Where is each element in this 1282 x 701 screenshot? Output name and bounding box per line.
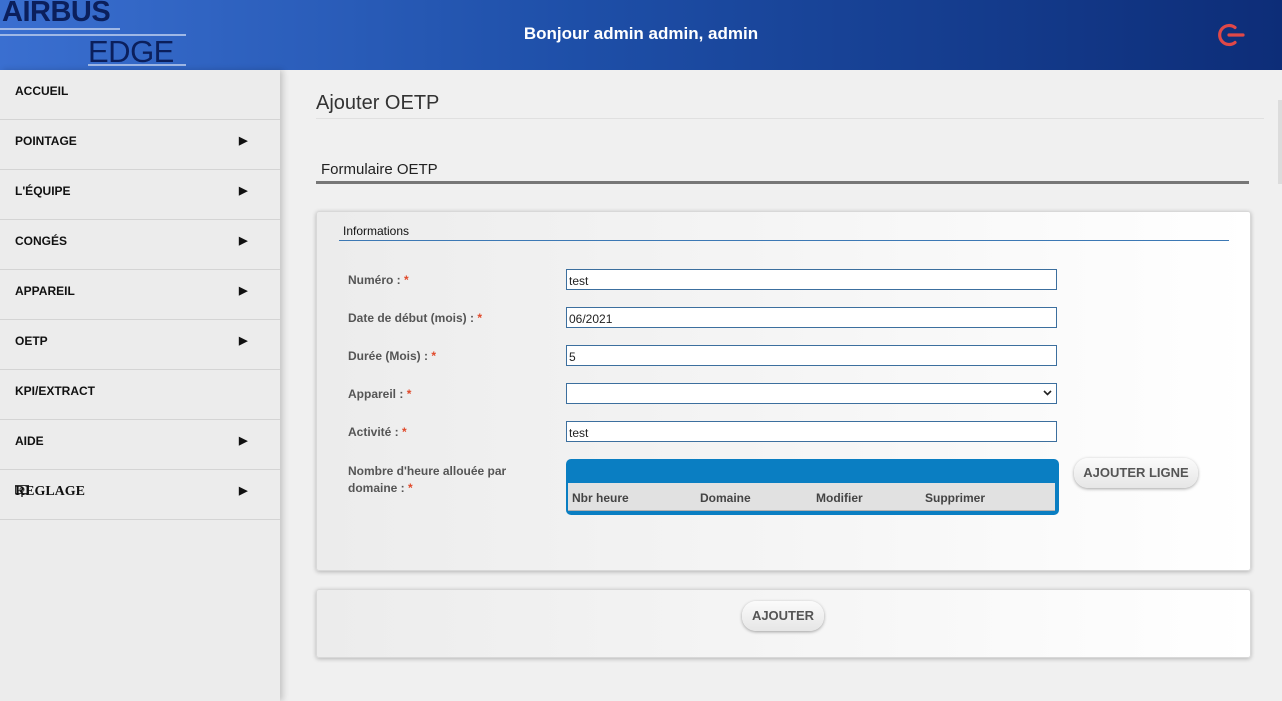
sidebar-item-equipe[interactable]: L'ÉQUIPE ▶ [0,170,280,220]
section-title: Formulaire OETP [321,161,438,178]
scrollbar[interactable] [1278,100,1282,184]
card-divider [339,240,1229,241]
sidebar-item-label: OETP [15,334,48,348]
field-label-text: domaine : [348,481,409,495]
column-header-supprimer[interactable]: Supprimer [925,491,985,505]
sidebar-item-label: ACCUEIL [15,84,69,98]
sidebar-nav: ACCUEIL POINTAGE ▶ L'ÉQUIPE ▶ CONGÉS ▶ A… [0,70,280,701]
activite-field[interactable]: test [566,421,1057,442]
expand-arrow-icon: ▶ [239,185,248,197]
heures-label: Nombre d'heure allouée par domaine : * [348,463,506,497]
expand-arrow-icon: ▶ [239,135,248,147]
sidebar-item-label: APPAREIL [15,284,75,298]
expand-arrow-icon: ▶ [239,435,248,447]
numero-label: Numéro : * [348,273,409,287]
field-label-text: Nombre d'heure allouée par [348,464,507,478]
sidebar-item-label: REGLAGE [15,484,86,499]
date-debut-label: Date de début (mois) : * [348,311,482,325]
required-mark: * [406,387,412,401]
power-icon[interactable] [1216,22,1246,48]
appareil-select[interactable] [566,383,1057,404]
submit-card: AJOUTER [316,589,1251,658]
page-title: Ajouter OETP [316,92,440,114]
chevron-down-icon [1043,390,1052,396]
sidebar-item-pointage[interactable]: POINTAGE ▶ [0,120,280,170]
required-mark: * [404,273,409,287]
required-mark: * [408,481,413,495]
field-label-text: Activité : [348,425,403,439]
table-header-row: Nbr heure Domaine Modifier Supprimer [568,483,1055,511]
sidebar-item-label: KPI/EXTRACT [15,384,96,398]
expand-arrow-icon: ▶ [239,335,248,347]
column-header-modifier[interactable]: Modifier [816,491,863,505]
sidebar-item-label: POINTAGE [15,134,77,148]
expand-arrow-icon: ▶ [239,285,248,297]
field-label-text: Appareil : [348,387,407,401]
expand-arrow-icon: ▶ [239,235,248,247]
field-label-text: Date de début (mois) : [348,311,478,325]
duree-label: Durée (Mois) : * [348,349,436,363]
heures-table: Nbr heure Domaine Modifier Supprimer [566,459,1059,515]
submit-button[interactable]: AJOUTER [742,601,824,631]
required-mark: * [431,349,437,363]
appareil-label: Appareil : * [348,387,411,401]
title-divider [316,118,1264,119]
sidebar-item-kpi-extract[interactable]: KPI/EXTRACT [0,370,280,420]
sidebar-item-conges[interactable]: CONGÉS ▶ [0,220,280,270]
sidebar-item-aide[interactable]: AIDE ▶ [0,420,280,470]
sidebar-item-label: CONGÉS [15,234,68,248]
add-line-button[interactable]: AJOUTER LIGNE [1074,458,1198,488]
sidebar-item-reglage[interactable]: REGLAGE ▶ [0,470,280,520]
sidebar-item-appareil[interactable]: APPAREIL ▶ [0,270,280,320]
informations-card: Informations Numéro : * test Date de déb… [316,211,1251,571]
expand-arrow-icon: ▶ [239,485,248,497]
required-mark: * [402,425,407,439]
field-label-text: Numéro : [348,273,405,287]
section-divider [316,181,1249,184]
greeting-text: Bonjour admin admin, admin [523,24,759,43]
required-mark: * [477,311,483,325]
sidebar-item-accueil[interactable]: ACCUEIL [0,70,280,120]
activite-label: Activité : * [348,425,407,439]
numero-field[interactable]: test [566,269,1057,290]
duree-field[interactable]: 5 [566,345,1057,366]
column-header-domaine[interactable]: Domaine [700,491,751,505]
sidebar-item-label: L'ÉQUIPE [15,184,71,198]
sidebar-item-label: AIDE [15,434,44,448]
date-debut-field[interactable]: 06/2021 [566,307,1057,328]
field-label-text: Durée (Mois) : [348,349,432,363]
card-title: Informations [343,224,410,238]
column-header-nbr-heure[interactable]: Nbr heure [572,491,629,505]
top-header: AIRBUS EDGE Bonjour admin admin, admin [0,0,1282,70]
sidebar-item-oetp[interactable]: OETP ▶ [0,320,280,370]
